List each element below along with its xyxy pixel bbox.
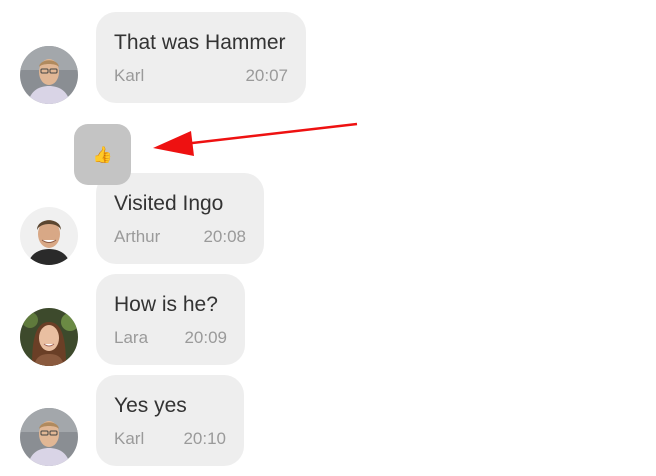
chat-view: That was Hammer Karl 20:07 👍 Visited Ing… xyxy=(0,0,656,476)
arthur-avatar-icon xyxy=(20,207,78,265)
message-text: How is he? xyxy=(114,293,218,316)
reaction-bubble[interactable]: 👍 xyxy=(74,124,131,185)
message-sender: Lara xyxy=(114,328,149,347)
message-sender: Arthur xyxy=(114,227,161,246)
avatar[interactable] xyxy=(20,308,78,366)
thumbs-up-icon: 👍 xyxy=(92,146,113,164)
message-meta: Arthur 20:08 xyxy=(114,227,246,247)
message-bubble[interactable]: That was Hammer Karl 20:07 xyxy=(96,12,306,103)
karl-avatar-icon xyxy=(20,408,78,466)
message-meta: Karl 20:07 xyxy=(114,66,288,86)
avatar[interactable] xyxy=(20,408,78,466)
message-bubble[interactable]: Yes yes Karl 20:10 xyxy=(96,375,244,466)
karl-avatar-icon xyxy=(20,46,78,104)
message-sender: Karl xyxy=(114,66,145,85)
message-time: 20:09 xyxy=(184,328,227,347)
message-bubble[interactable]: Visited Ingo Arthur 20:08 xyxy=(96,173,264,264)
message-bubble[interactable]: How is he? Lara 20:09 xyxy=(96,274,245,365)
message-time: 20:08 xyxy=(203,227,246,246)
message-text: That was Hammer xyxy=(114,31,286,54)
avatar[interactable] xyxy=(20,46,78,104)
lara-avatar-icon xyxy=(20,308,78,366)
avatar[interactable] xyxy=(20,207,78,265)
message-meta: Lara 20:09 xyxy=(114,328,227,348)
message-text: Visited Ingo xyxy=(114,192,224,215)
message-sender: Karl xyxy=(114,429,145,448)
message-time: 20:07 xyxy=(245,66,288,85)
message-time: 20:10 xyxy=(183,429,226,448)
message-text: Yes yes xyxy=(114,394,187,417)
message-meta: Karl 20:10 xyxy=(114,429,226,449)
